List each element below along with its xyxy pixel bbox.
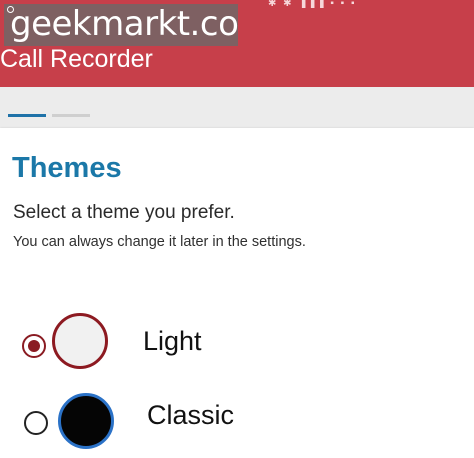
pager-indicator-active: [8, 114, 46, 117]
app-header: ✱ ✱ ▐▐▐ ▪ ▪ ▪ geekmarkt.com Call Recorde…: [0, 0, 474, 87]
classic-theme-swatch[interactable]: [58, 393, 114, 449]
light-theme-label[interactable]: Light: [143, 324, 202, 358]
watermark-dot-icon: [7, 6, 14, 13]
radio-selected-dot: [28, 340, 40, 352]
app-title: Call Recorder: [0, 45, 153, 73]
light-theme-swatch[interactable]: [52, 313, 108, 369]
watermark-text: geekmarkt.com: [10, 4, 238, 44]
classic-theme-radio[interactable]: [24, 411, 48, 435]
pager-indicator-inactive: [52, 114, 90, 117]
watermark: geekmarkt.com: [4, 4, 238, 46]
themes-hint: You can always change it later in the se…: [13, 234, 306, 250]
light-theme-radio[interactable]: [22, 334, 46, 358]
status-bar-icons: ✱ ✱ ▐▐▐ ▪ ▪ ▪: [268, 0, 357, 8]
themes-subtitle: Select a theme you prefer.: [13, 202, 235, 223]
themes-title: Themes: [12, 152, 122, 184]
classic-theme-label[interactable]: Classic: [147, 398, 234, 432]
